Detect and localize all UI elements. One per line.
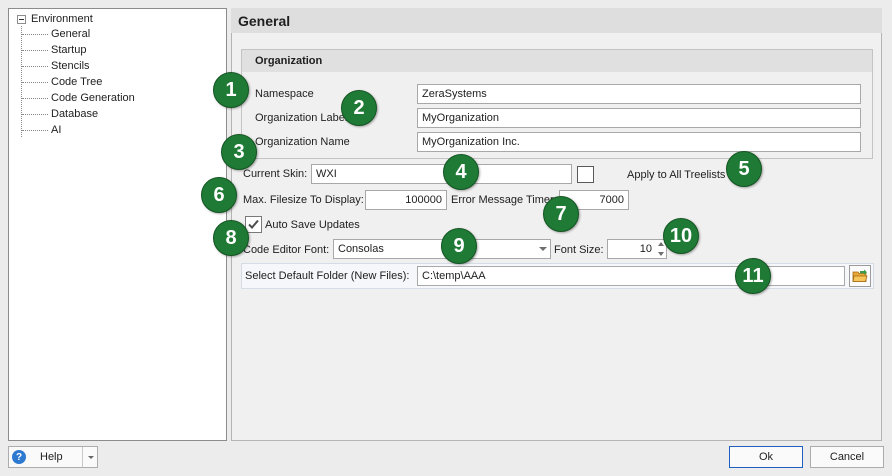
max-filesize-label: Max. Filesize To Display: <box>243 194 364 206</box>
help-icon: ? <box>12 450 26 464</box>
tree-item-label: General <box>51 28 91 40</box>
tree-item-code-tree[interactable]: Code Tree <box>22 74 102 90</box>
tree-item-label: AI <box>51 124 62 136</box>
callout-badge-8: 8 <box>213 220 249 256</box>
open-folder-icon <box>852 269 868 282</box>
organization-name-label: Organization Name <box>255 136 350 148</box>
namespace-input[interactable]: ZeraSystems <box>417 84 861 104</box>
tree-item-label: Code Tree <box>51 76 103 88</box>
help-button-label: Help <box>40 451 63 463</box>
code-editor-font-value: Consolas <box>338 243 384 255</box>
tree-connector <box>22 81 48 83</box>
button-separator <box>82 447 83 467</box>
tree-item-general[interactable]: General <box>22 26 90 42</box>
font-size-spinner[interactable]: 10 <box>607 239 667 259</box>
code-editor-font-label: Code Editor Font: <box>243 244 330 256</box>
tree-connector <box>22 65 48 67</box>
tree-item-stencils[interactable]: Stencils <box>22 58 90 74</box>
tree-item-label: Code Generation <box>51 92 135 104</box>
callout-badge-6: 6 <box>201 177 237 213</box>
callout-badge-3: 3 <box>221 134 257 170</box>
current-skin-label: Current Skin: <box>243 168 308 180</box>
apply-all-treelists-checkbox[interactable] <box>577 166 594 183</box>
cancel-button[interactable]: Cancel <box>810 446 884 468</box>
callout-badge-2: 2 <box>341 90 377 126</box>
font-size-label: Font Size: <box>554 244 604 256</box>
callout-badge-5: 5 <box>726 151 762 187</box>
tree-connector <box>22 97 48 99</box>
error-timer-label: Error Message Timer: <box>451 194 557 206</box>
spin-up-icon[interactable] <box>658 242 664 246</box>
tree-item-label: Stencils <box>51 60 90 72</box>
callout-badge-11: 11 <box>735 258 771 294</box>
organization-group-header: Organization <box>242 50 872 72</box>
dropdown-arrow-icon[interactable] <box>539 247 547 251</box>
spin-down-icon[interactable] <box>658 252 664 256</box>
font-size-value: 10 <box>639 243 652 255</box>
tree-root-environment[interactable]: Environment <box>17 11 93 27</box>
browse-folder-button[interactable] <box>849 265 871 287</box>
tree-root-label: Environment <box>31 13 93 25</box>
dropdown-arrow-icon[interactable] <box>88 455 94 459</box>
tree-item-label: Startup <box>51 44 87 56</box>
tree-item-label: Database <box>51 108 99 120</box>
callout-badge-10: 10 <box>663 218 699 254</box>
ok-button[interactable]: Ok <box>729 446 803 468</box>
default-folder-input[interactable]: C:\temp\AAA <box>417 266 845 286</box>
tree-item-code-generation[interactable]: Code Generation <box>22 90 135 106</box>
auto-save-label: Auto Save Updates <box>265 219 360 231</box>
checkmark-icon <box>248 219 259 229</box>
tree-item-startup[interactable]: Startup <box>22 42 86 58</box>
callout-badge-4: 4 <box>443 154 479 190</box>
help-button[interactable]: ? Help <box>8 446 98 468</box>
organization-label-label: Organization Label <box>255 112 348 124</box>
tree-connector <box>22 33 48 35</box>
tree-connector <box>22 113 48 115</box>
collapse-icon[interactable] <box>17 14 26 24</box>
tree-item-ai[interactable]: AI <box>22 122 61 138</box>
max-filesize-input[interactable]: 100000 <box>365 190 447 210</box>
tree-connector <box>22 129 48 131</box>
callout-badge-1: 1 <box>213 72 249 108</box>
organization-name-input[interactable]: MyOrganization Inc. <box>417 132 861 152</box>
default-folder-label: Select Default Folder (New Files): <box>245 270 410 282</box>
namespace-label: Namespace <box>255 88 314 100</box>
callout-badge-7: 7 <box>543 196 579 232</box>
callout-badge-9: 9 <box>441 228 477 264</box>
organization-label-input[interactable]: MyOrganization <box>417 108 861 128</box>
tree-connector <box>22 49 48 51</box>
navigation-tree: Environment General Startup Stencils Cod… <box>8 8 227 441</box>
current-skin-input[interactable]: WXI <box>311 164 572 184</box>
tree-item-database[interactable]: Database <box>22 106 98 122</box>
apply-all-treelists-label: Apply to All Treelists <box>627 169 726 181</box>
panel-title: General <box>231 8 882 33</box>
